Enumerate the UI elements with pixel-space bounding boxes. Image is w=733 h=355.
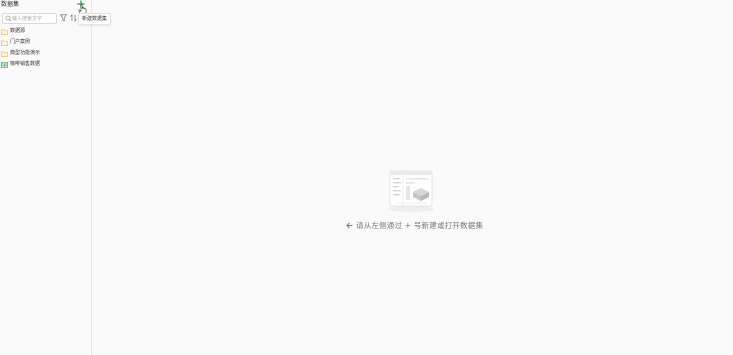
arrow-left-icon	[346, 222, 353, 228]
tree-item-label: 咖啡销售数据	[10, 61, 41, 67]
sort-icon[interactable]	[70, 14, 77, 22]
filter-icon[interactable]	[60, 14, 67, 22]
tree-item-datasource[interactable]: 数据源	[0, 26, 90, 37]
folder-icon	[1, 29, 8, 35]
empty-hint: 请从左侧通过 + 号新建或打开数据集	[346, 219, 483, 231]
app-window: 数据集 新建数据集 输入搜索文字 数据源 门户案例 典型功能演示 咖啡销售数据 …	[0, 0, 733, 355]
sidebar-title: 数据集	[1, 1, 20, 8]
table-icon	[1, 61, 8, 68]
tree-item-coffee-sales[interactable]: 咖啡销售数据	[0, 59, 90, 70]
tree-item-label: 数据源	[10, 28, 26, 34]
tree-item-label: 典型功能演示	[10, 50, 41, 56]
tree-item-portal-cases[interactable]: 门户案例	[0, 37, 90, 48]
empty-state: 请从左侧通过 + 号新建或打开数据集	[91, 0, 733, 355]
search-input[interactable]	[12, 14, 54, 23]
dataset-sidebar: 数据集 新建数据集 输入搜索文字 数据源 门户案例 典型功能演示 咖啡销售数据	[0, 0, 112, 355]
empty-hint-text: 请从左侧通过 + 号新建或打开数据集	[356, 220, 484, 230]
search-icon	[5, 15, 12, 22]
tree-item-feature-demo[interactable]: 典型功能演示	[0, 48, 90, 59]
folder-icon	[1, 51, 8, 57]
search-box[interactable]	[2, 13, 57, 24]
empty-dataset-illustration	[388, 170, 434, 212]
tree-item-label: 门户案例	[10, 39, 31, 45]
folder-icon	[1, 40, 8, 46]
dataset-tree: 数据源 门户案例 典型功能演示 咖啡销售数据	[0, 26, 90, 70]
